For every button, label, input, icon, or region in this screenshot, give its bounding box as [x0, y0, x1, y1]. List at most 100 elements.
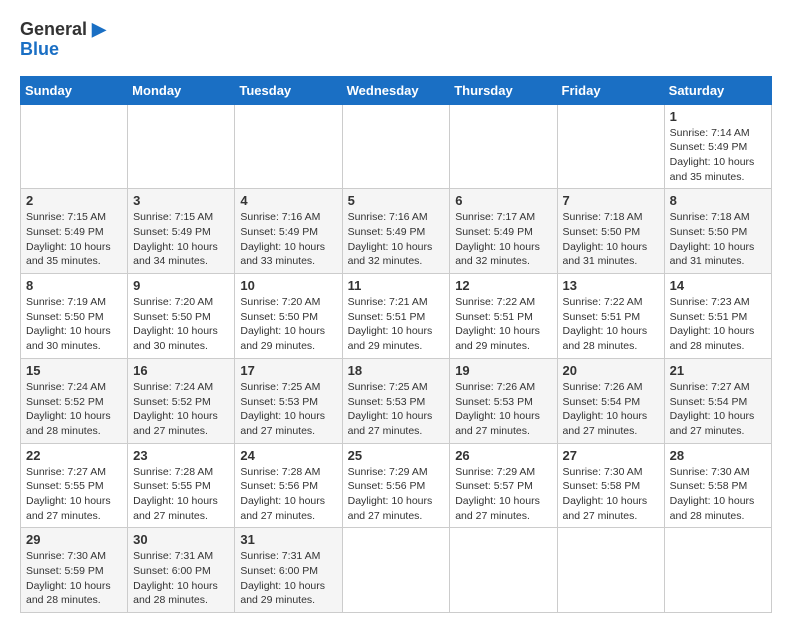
day-info: Sunrise: 7:20 AMSunset: 5:50 PMDaylight:… [240, 295, 336, 354]
day-number: 17 [240, 363, 336, 378]
day-info: Sunrise: 7:20 AMSunset: 5:50 PMDaylight:… [133, 295, 229, 354]
day-number: 28 [670, 448, 766, 463]
weekday-header-wednesday: Wednesday [342, 76, 450, 104]
day-info: Sunrise: 7:29 AMSunset: 5:57 PMDaylight:… [455, 465, 551, 524]
calendar-cell: 3 Sunrise: 7:15 AMSunset: 5:49 PMDaylight… [128, 189, 235, 274]
day-info: Sunrise: 7:24 AMSunset: 5:52 PMDaylight:… [26, 380, 122, 439]
calendar-week-row: 8 Sunrise: 7:19 AMSunset: 5:50 PMDaylight… [21, 274, 772, 359]
calendar-cell [450, 104, 557, 189]
day-info: Sunrise: 7:18 AMSunset: 5:50 PMDaylight:… [670, 210, 766, 269]
day-info: Sunrise: 7:15 AMSunset: 5:49 PMDaylight:… [133, 210, 229, 269]
day-info: Sunrise: 7:16 AMSunset: 5:49 PMDaylight:… [240, 210, 336, 269]
day-number: 26 [455, 448, 551, 463]
day-number: 8 [670, 193, 766, 208]
calendar-cell: 10 Sunrise: 7:20 AMSunset: 5:50 PMDayligh… [235, 274, 342, 359]
weekday-header-sunday: Sunday [21, 76, 128, 104]
calendar-cell: 22Sunrise: 7:27 AMSunset: 5:55 PMDayligh… [21, 443, 128, 528]
weekday-header-tuesday: Tuesday [235, 76, 342, 104]
calendar-cell: 6Sunrise: 7:17 AMSunset: 5:49 PMDaylight… [450, 189, 557, 274]
day-info: Sunrise: 7:19 AMSunset: 5:50 PMDaylight:… [26, 295, 122, 354]
day-number: 31 [240, 532, 336, 547]
calendar-cell: 25 Sunrise: 7:29 AMSunset: 5:56 PMDayligh… [342, 443, 450, 528]
day-number: 18 [348, 363, 445, 378]
calendar-cell: 15 Sunrise: 7:24 AMSunset: 5:52 PMDayligh… [21, 358, 128, 443]
day-number: 14 [670, 278, 766, 293]
day-number: 10 [240, 278, 336, 293]
calendar-cell: 4 Sunrise: 7:16 AMSunset: 5:49 PMDaylight… [235, 189, 342, 274]
day-number: 24 [240, 448, 336, 463]
calendar-cell: 29Sunrise: 7:30 AMSunset: 5:59 PMDayligh… [21, 528, 128, 613]
logo: General ▶ Blue [20, 20, 106, 60]
day-number: 3 [133, 193, 229, 208]
weekday-header-saturday: Saturday [664, 76, 771, 104]
calendar-cell [450, 528, 557, 613]
calendar-week-row: 29Sunrise: 7:30 AMSunset: 5:59 PMDayligh… [21, 528, 772, 613]
day-info: Sunrise: 7:28 AMSunset: 5:55 PMDaylight:… [133, 465, 229, 524]
calendar-cell: 21 Sunrise: 7:27 AMSunset: 5:54 PMDayligh… [664, 358, 771, 443]
day-info: Sunrise: 7:31 AMSunset: 6:00 PMDaylight:… [240, 549, 336, 608]
weekday-header-thursday: Thursday [450, 76, 557, 104]
calendar-cell: 5Sunrise: 7:16 AMSunset: 5:49 PMDaylight… [342, 189, 450, 274]
day-info: Sunrise: 7:26 AMSunset: 5:54 PMDaylight:… [563, 380, 659, 439]
day-number: 7 [563, 193, 659, 208]
day-number: 12 [455, 278, 551, 293]
calendar-cell [342, 528, 450, 613]
day-info: Sunrise: 7:25 AMSunset: 5:53 PMDaylight:… [348, 380, 445, 439]
day-info: Sunrise: 7:17 AMSunset: 5:49 PMDaylight:… [455, 210, 551, 269]
day-number: 22 [26, 448, 122, 463]
day-number: 30 [133, 532, 229, 547]
day-number: 16 [133, 363, 229, 378]
day-number: 5 [348, 193, 445, 208]
day-info: Sunrise: 7:25 AMSunset: 5:53 PMDaylight:… [240, 380, 336, 439]
weekday-header-monday: Monday [128, 76, 235, 104]
calendar-cell: 23 Sunrise: 7:28 AMSunset: 5:55 PMDayligh… [128, 443, 235, 528]
day-number: 13 [563, 278, 659, 293]
day-number: 29 [26, 532, 122, 547]
calendar-cell: 31 Sunrise: 7:31 AMSunset: 6:00 PMDayligh… [235, 528, 342, 613]
calendar-cell: 26 Sunrise: 7:29 AMSunset: 5:57 PMDayligh… [450, 443, 557, 528]
day-info: Sunrise: 7:18 AMSunset: 5:50 PMDaylight:… [563, 210, 659, 269]
day-info: Sunrise: 7:27 AMSunset: 5:54 PMDaylight:… [670, 380, 766, 439]
day-info: Sunrise: 7:24 AMSunset: 5:52 PMDaylight:… [133, 380, 229, 439]
calendar-cell: 14Sunrise: 7:23 AMSunset: 5:51 PMDayligh… [664, 274, 771, 359]
calendar-cell: 18 Sunrise: 7:25 AMSunset: 5:53 PMDayligh… [342, 358, 450, 443]
calendar-cell: 17 Sunrise: 7:25 AMSunset: 5:53 PMDayligh… [235, 358, 342, 443]
calendar-cell: 24 Sunrise: 7:28 AMSunset: 5:56 PMDayligh… [235, 443, 342, 528]
calendar-cell [128, 104, 235, 189]
logo-blue: Blue [20, 40, 106, 60]
calendar-cell [557, 104, 664, 189]
calendar-cell: 12Sunrise: 7:22 AMSunset: 5:51 PMDayligh… [450, 274, 557, 359]
day-info: Sunrise: 7:15 AMSunset: 5:49 PMDaylight:… [26, 210, 122, 269]
day-number: 27 [563, 448, 659, 463]
day-info: Sunrise: 7:21 AMSunset: 5:51 PMDaylight:… [348, 295, 445, 354]
calendar-cell: 13 Sunrise: 7:22 AMSunset: 5:51 PMDayligh… [557, 274, 664, 359]
calendar-cell: 30 Sunrise: 7:31 AMSunset: 6:00 PMDayligh… [128, 528, 235, 613]
calendar-cell: 27Sunrise: 7:30 AMSunset: 5:58 PMDayligh… [557, 443, 664, 528]
day-info: Sunrise: 7:31 AMSunset: 6:00 PMDaylight:… [133, 549, 229, 608]
day-number: 8 [26, 278, 122, 293]
day-number: 23 [133, 448, 229, 463]
calendar-table: SundayMondayTuesdayWednesdayThursdayFrid… [20, 76, 772, 614]
day-info: Sunrise: 7:29 AMSunset: 5:56 PMDaylight:… [348, 465, 445, 524]
day-number: 21 [670, 363, 766, 378]
calendar-cell [557, 528, 664, 613]
day-info: Sunrise: 7:28 AMSunset: 5:56 PMDaylight:… [240, 465, 336, 524]
day-info: Sunrise: 7:22 AMSunset: 5:51 PMDaylight:… [563, 295, 659, 354]
day-number: 11 [348, 278, 445, 293]
calendar-cell: 9 Sunrise: 7:20 AMSunset: 5:50 PMDaylight… [128, 274, 235, 359]
calendar-week-row: 22Sunrise: 7:27 AMSunset: 5:55 PMDayligh… [21, 443, 772, 528]
calendar-cell: 2Sunrise: 7:15 AMSunset: 5:49 PMDaylight… [21, 189, 128, 274]
day-number: 4 [240, 193, 336, 208]
calendar-week-row: 15 Sunrise: 7:24 AMSunset: 5:52 PMDayligh… [21, 358, 772, 443]
day-number: 25 [348, 448, 445, 463]
day-number: 20 [563, 363, 659, 378]
day-number: 9 [133, 278, 229, 293]
logo-container: General ▶ Blue [20, 20, 106, 60]
day-info: Sunrise: 7:30 AMSunset: 5:58 PMDaylight:… [670, 465, 766, 524]
day-number: 15 [26, 363, 122, 378]
calendar-cell: 8 Sunrise: 7:19 AMSunset: 5:50 PMDaylight… [21, 274, 128, 359]
calendar-cell: 28 Sunrise: 7:30 AMSunset: 5:58 PMDayligh… [664, 443, 771, 528]
day-number: 1 [670, 109, 766, 124]
calendar-cell: 16 Sunrise: 7:24 AMSunset: 5:52 PMDayligh… [128, 358, 235, 443]
calendar-cell: 20 Sunrise: 7:26 AMSunset: 5:54 PMDayligh… [557, 358, 664, 443]
